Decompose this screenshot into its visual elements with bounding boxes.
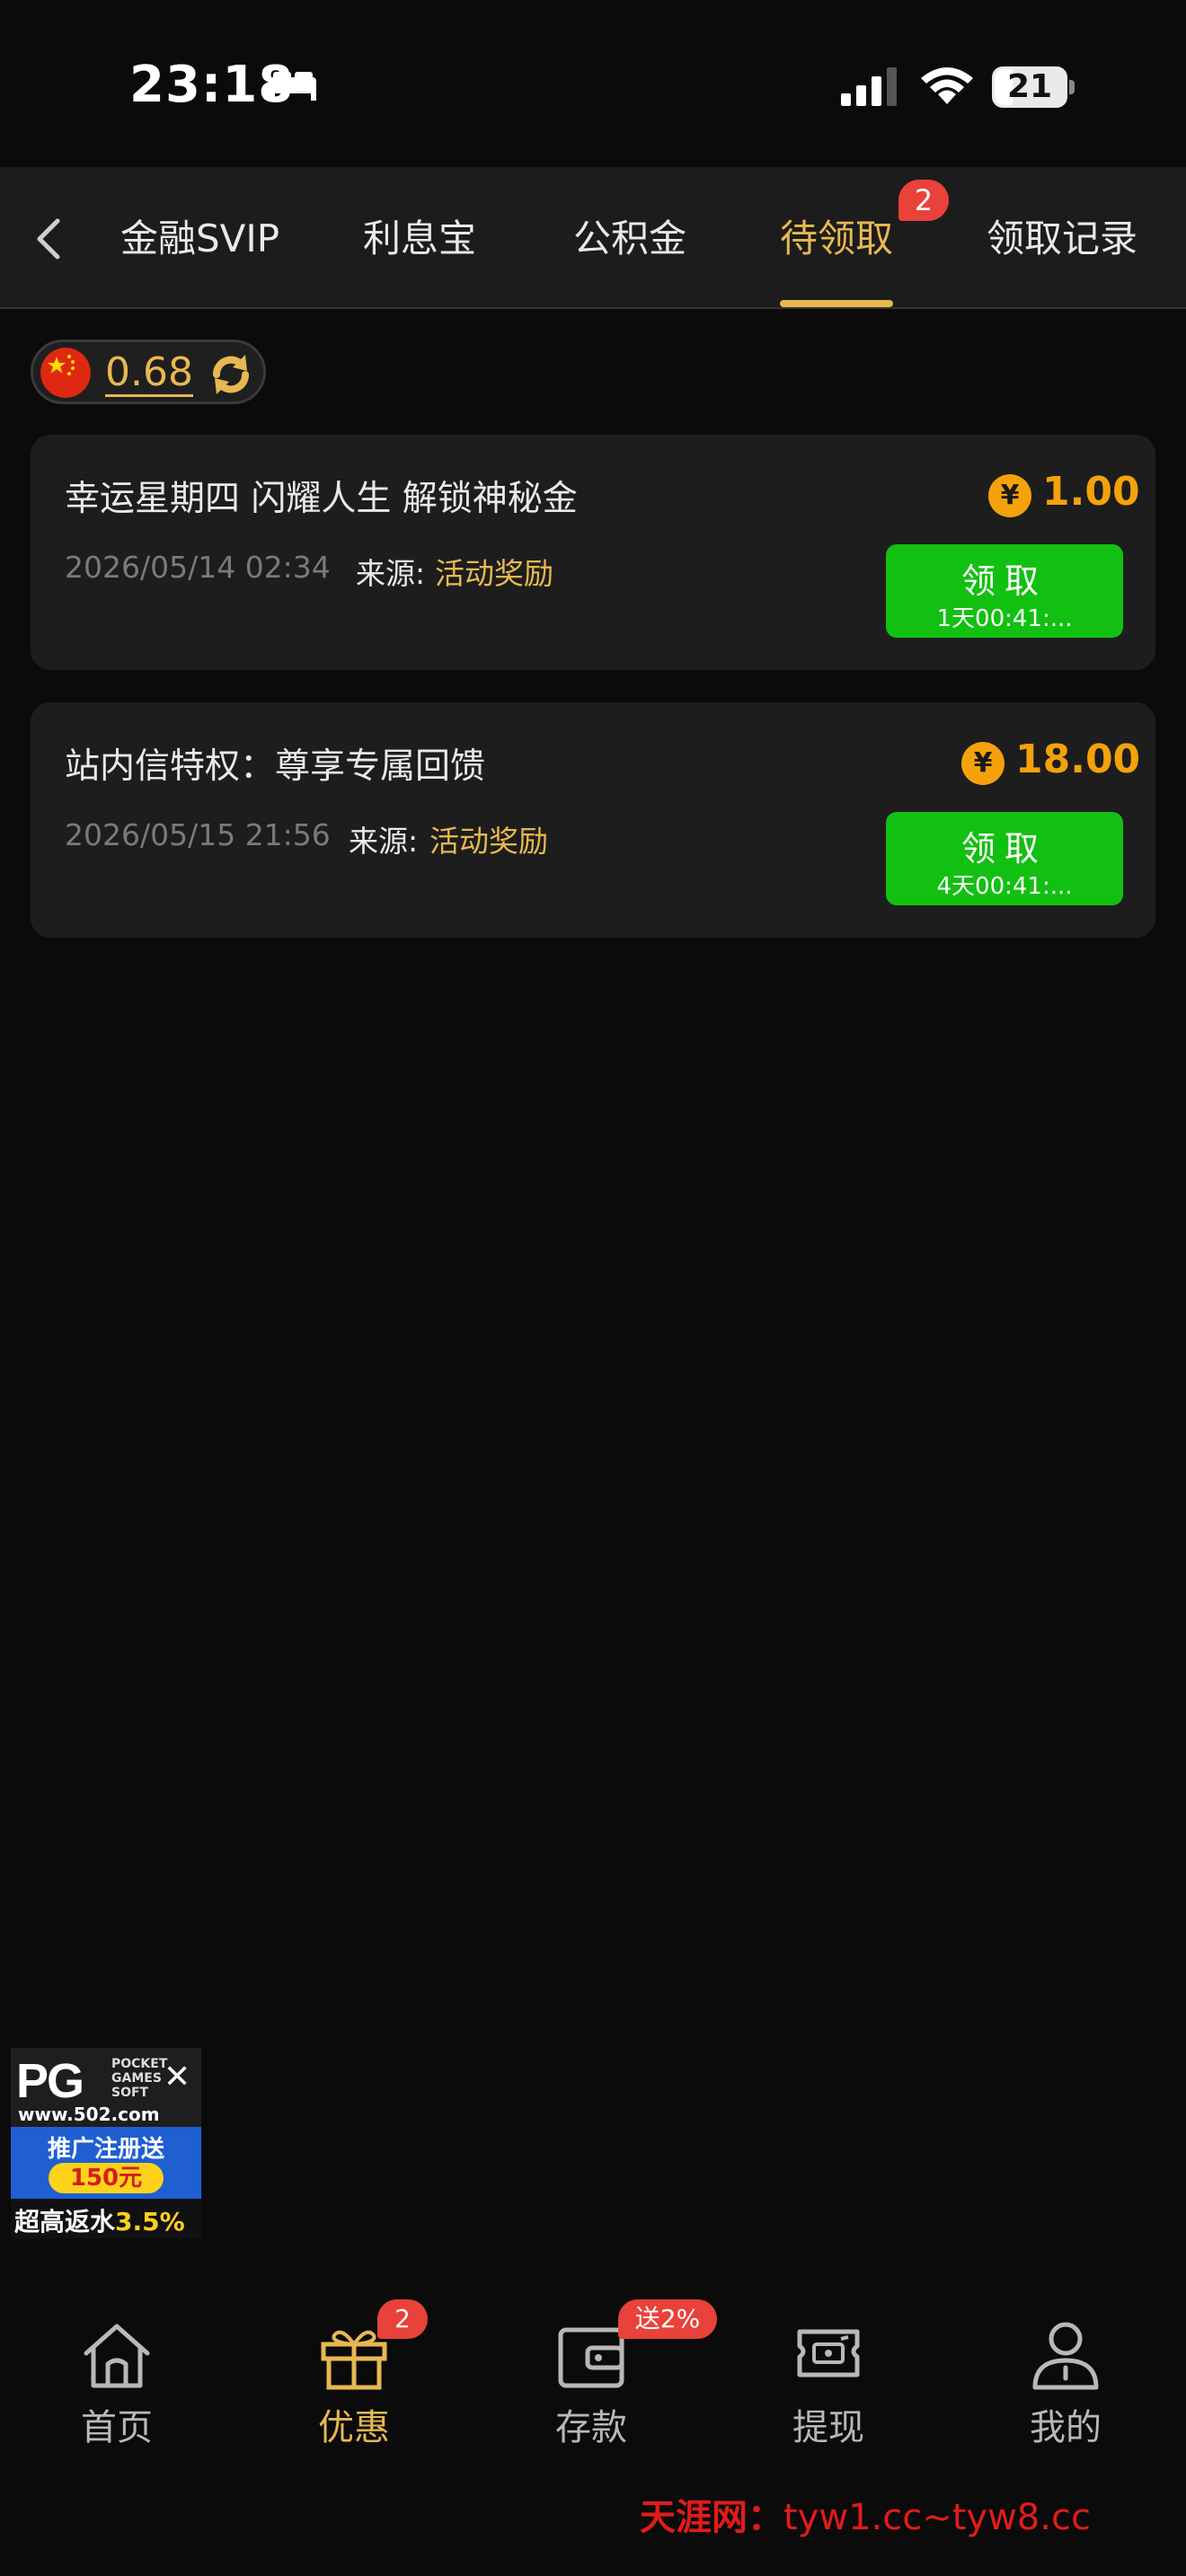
ad-rebate-section: 超高返水3.5% <box>11 2199 201 2238</box>
coin-icon: ¥ <box>961 742 1005 785</box>
nav-label: 我的 <box>1030 2407 1102 2448</box>
ad-brand: PG <box>16 2054 84 2108</box>
tab-pending-claim[interactable]: 待领取 <box>780 208 893 263</box>
tab-interest-treasure[interactable]: 利息宝 <box>363 208 476 263</box>
tab-provident-fund[interactable]: 公积金 <box>573 208 686 263</box>
floating-promo-ad[interactable]: PG POCKET GAMES SOFT www.502.com ✕ 推广注册送… <box>11 2048 201 2238</box>
wifi-icon <box>921 67 973 104</box>
home-icon <box>84 2324 150 2388</box>
ad-rebate-label: 超高返水 <box>14 2207 116 2236</box>
reward-amount: 18.00 <box>1015 737 1141 782</box>
cellular-signal-icon <box>841 67 897 106</box>
nav-profile[interactable]: 我的 <box>976 2299 1155 2461</box>
claim-button[interactable]: 领取 1天00:41:... <box>886 544 1123 638</box>
nav-label: 优惠 <box>318 2407 390 2448</box>
wallet-icon <box>558 2327 624 2388</box>
deposit-bonus-badge: 送2% <box>618 2299 717 2339</box>
reward-source: 活动奖励 <box>435 556 553 591</box>
withdraw-icon <box>797 2329 860 2378</box>
reward-title: 站内信特权：尊享专属回馈 <box>65 746 486 787</box>
pending-count-badge: 2 <box>898 180 949 221</box>
profile-icon <box>1032 2322 1099 2390</box>
ad-promo-line: 推广注册送 <box>47 2136 164 2163</box>
reward-date: 2026/05/14 02:34 <box>65 550 331 585</box>
ad-sub-brand: POCKET GAMES SOFT <box>111 2057 168 2100</box>
ad-brand-banner: PG POCKET GAMES SOFT www.502.com ✕ <box>11 2048 201 2127</box>
refresh-icon[interactable] <box>204 348 258 401</box>
nav-withdraw[interactable]: 提现 <box>739 2299 918 2461</box>
battery-level: 21 <box>1006 68 1053 105</box>
reward-card: 幸运星期四 闪耀人生 解锁神秘金 ¥ 1.00 2026/05/14 02:34… <box>31 435 1155 670</box>
claim-button[interactable]: 领取 4天00:41:... <box>886 812 1123 905</box>
claim-countdown: 1天00:41:... <box>936 605 1073 632</box>
claim-label: 领取 <box>960 561 1048 601</box>
reward-date: 2026/05/15 21:56 <box>65 817 331 852</box>
watermark: 天涯网：tyw1.cc~tyw8.cc <box>640 2488 1091 2540</box>
reward-card: 站内信特权：尊享专属回馈 ¥ 18.00 2026/05/15 21:56 来源… <box>31 702 1155 938</box>
reward-source-label: 来源: <box>349 824 419 859</box>
ad-promo-section: 推广注册送 150元 <box>11 2127 201 2199</box>
category-tabbar: 金融SVIP 利息宝 公积金 待领取 领取记录 2 <box>0 167 1186 309</box>
nav-label: 提现 <box>792 2407 864 2448</box>
reward-source-label: 来源: <box>356 556 426 591</box>
ad-url: www.502.com <box>18 2104 160 2125</box>
tab-claim-history[interactable]: 领取记录 <box>987 208 1137 263</box>
ad-bonus: 150元 <box>49 2163 164 2193</box>
sleep-focus-icon <box>270 72 316 101</box>
promotions-badge: 2 <box>377 2299 428 2339</box>
nav-promotions[interactable]: 优惠 2 <box>264 2299 444 2461</box>
active-tab-indicator <box>780 300 893 307</box>
watermark-domains: tyw1.cc~tyw8.cc <box>783 2497 1091 2538</box>
nav-label: 首页 <box>81 2407 153 2448</box>
claim-label: 领取 <box>960 829 1048 869</box>
coin-icon: ¥ <box>988 474 1031 517</box>
balance-pill: 0.68 <box>31 340 266 404</box>
status-bar: 23:18 21 <box>0 0 1186 167</box>
reward-source: 活动奖励 <box>429 824 548 859</box>
back-chevron-icon[interactable] <box>27 212 72 266</box>
ad-close-icon[interactable]: ✕ <box>164 2059 190 2095</box>
reward-title: 幸运星期四 闪耀人生 解锁神秘金 <box>65 479 578 519</box>
nav-label: 存款 <box>555 2407 627 2448</box>
watermark-site: 天涯网： <box>640 2497 783 2538</box>
claim-countdown: 4天00:41:... <box>936 873 1073 900</box>
bottom-navigation: 首页 优惠 2 存款 送2% 提现 我的 <box>0 2299 1186 2461</box>
nav-deposit[interactable]: 存款 送2% <box>501 2299 717 2461</box>
nav-home[interactable]: 首页 <box>27 2299 207 2461</box>
reward-amount: 1.00 <box>1042 469 1140 515</box>
china-flag-icon <box>40 348 91 398</box>
battery-indicator: 21 <box>992 66 1075 108</box>
balance-amount: 0.68 <box>105 349 193 397</box>
tab-finance-svip[interactable]: 金融SVIP <box>120 208 279 263</box>
ad-rebate-value: 3.5% <box>115 2207 185 2236</box>
